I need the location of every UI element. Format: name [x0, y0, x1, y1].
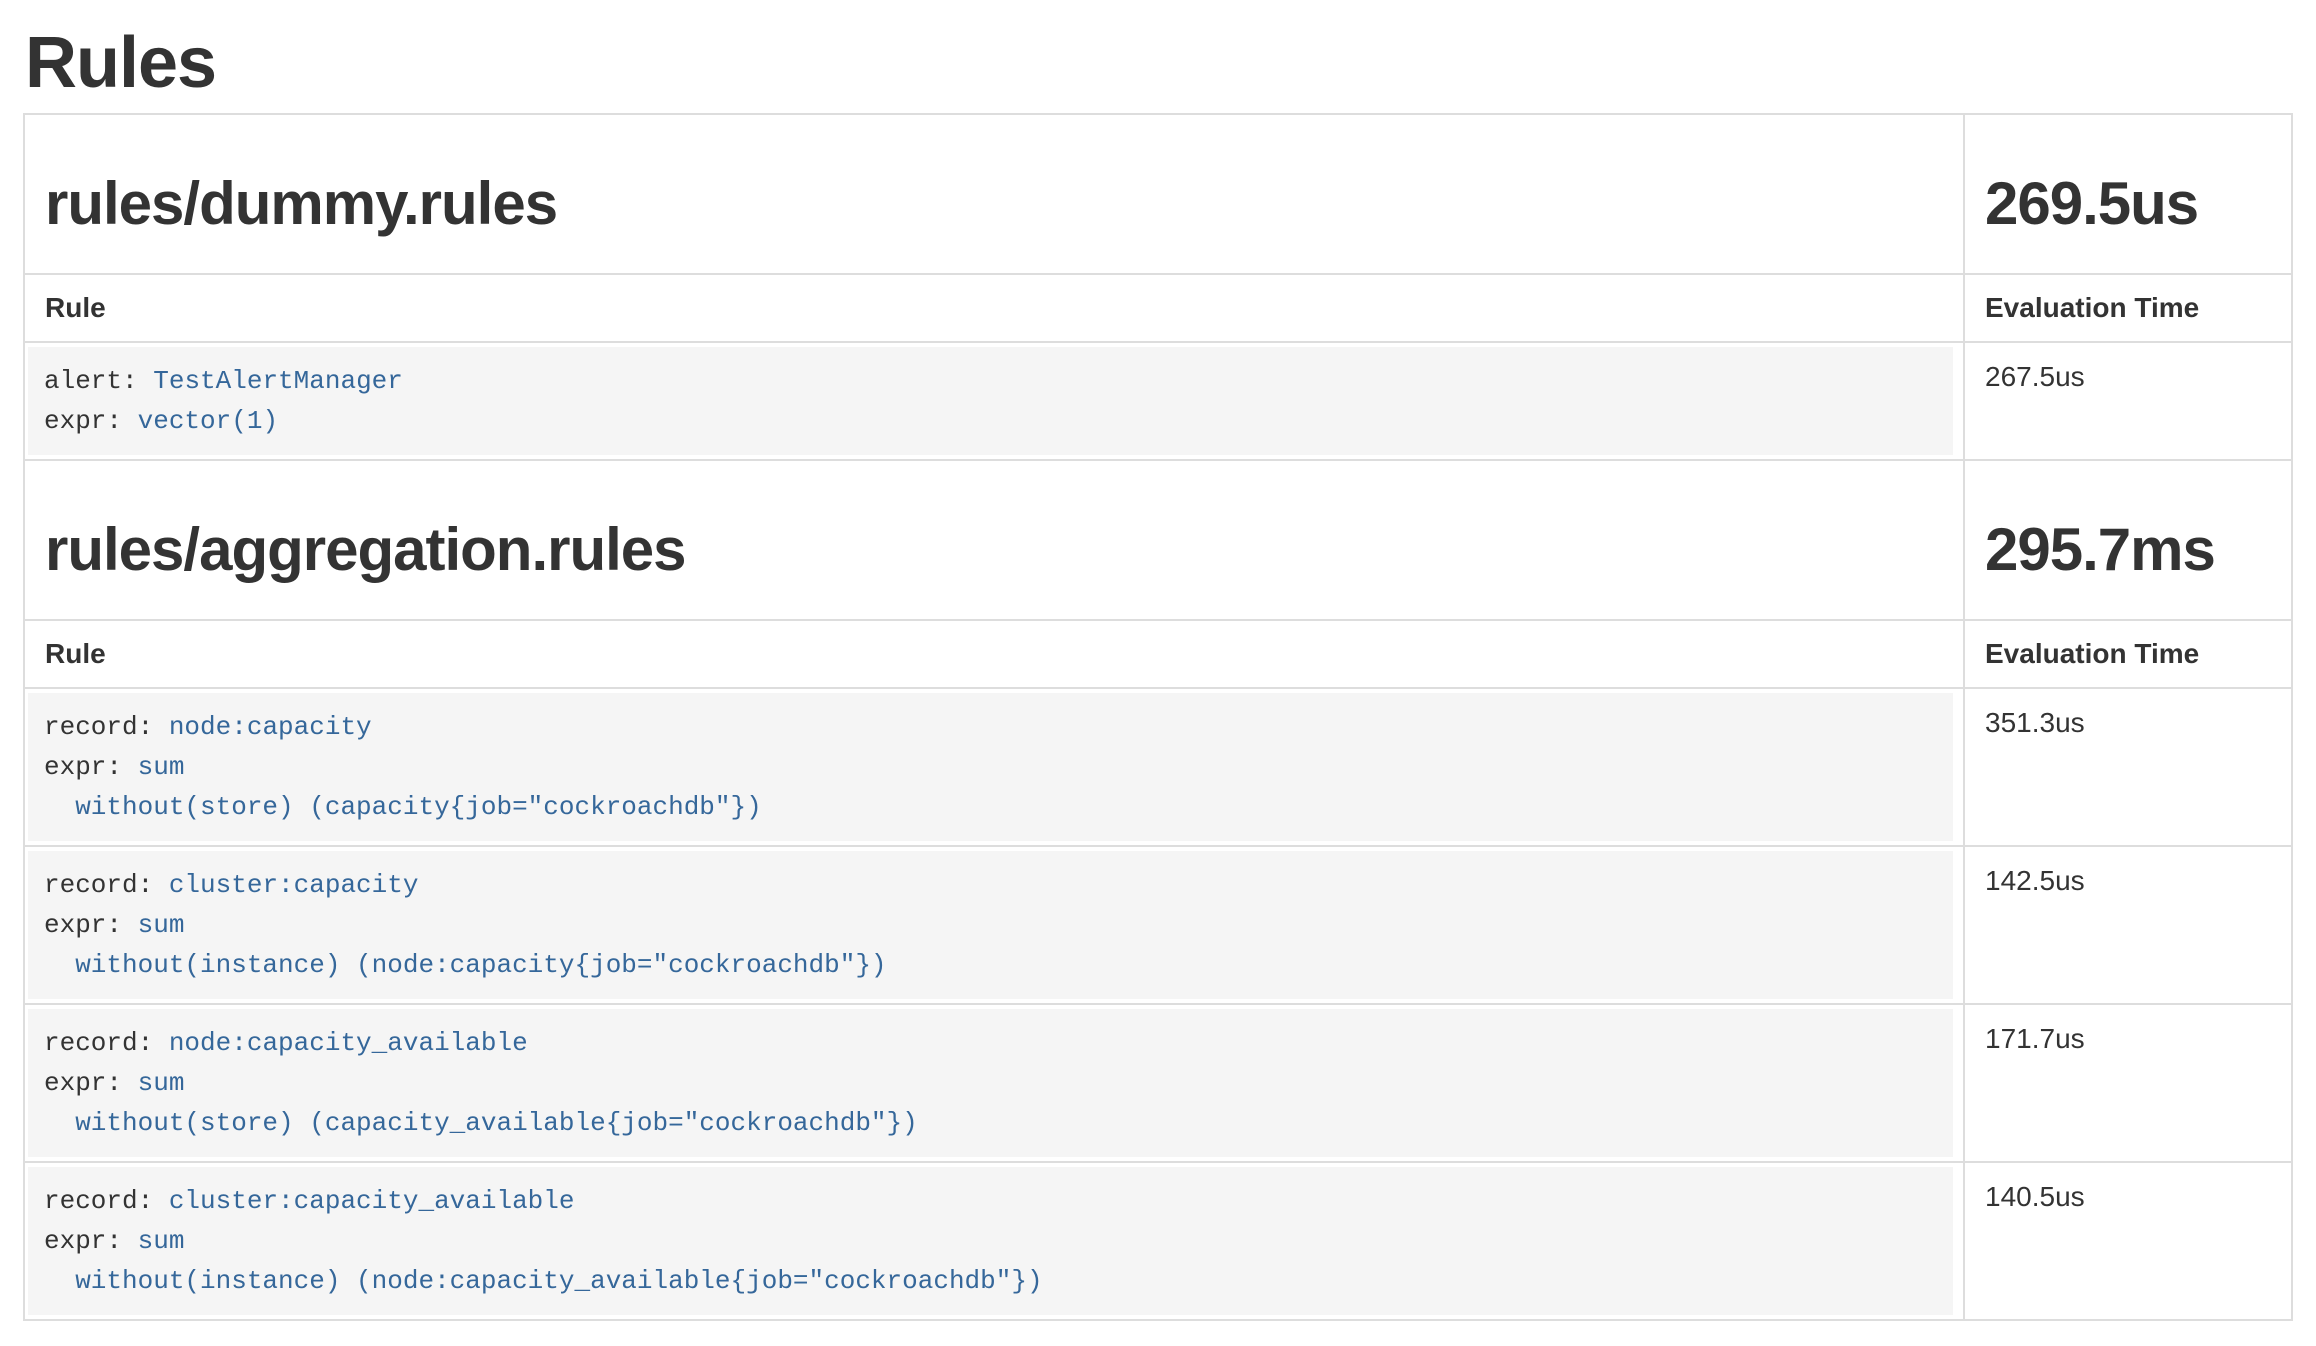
rule-expr-label: expr: — [44, 1226, 122, 1256]
rule-expr-link[interactable]: sum without(store) (capacity{job="cockro… — [44, 752, 762, 822]
rules-table: rules/dummy.rules 269.5us Rule Evaluatio… — [23, 113, 2293, 1321]
rule-evaluation-time: 142.5us — [1964, 846, 2292, 1004]
column-header-row: Rule Evaluation Time — [24, 620, 2292, 688]
rule-row: record: cluster:capacity_available expr:… — [24, 1162, 2292, 1320]
rule-cell: record: cluster:capacity expr: sum witho… — [24, 846, 1964, 1004]
rule-group-name: rules/dummy.rules — [45, 171, 1943, 237]
rule-cell: alert: TestAlertManager expr: vector(1) — [24, 342, 1964, 460]
rule-expr-link[interactable]: sum without(store) (capacity_available{j… — [44, 1068, 918, 1138]
page-container: Rules rules/dummy.rules 269.5us Rule Eva… — [0, 24, 2316, 1321]
column-header-rule: Rule — [24, 274, 1964, 342]
rule-group-total-time-cell: 269.5us — [1964, 114, 2292, 274]
rule-group-total-evaluation-time: 269.5us — [1985, 171, 2271, 237]
rule-evaluation-time: 351.3us — [1964, 688, 2292, 846]
rule-definition-code: record: cluster:capacity expr: sum witho… — [28, 851, 1953, 999]
rule-expr-link[interactable]: sum without(instance) (node:capacity{job… — [44, 910, 887, 980]
rule-definition-code: record: node:capacity expr: sum without(… — [28, 693, 1953, 841]
rule-name-link[interactable]: TestAlertManager — [153, 366, 403, 396]
rule-definition-code: record: node:capacity_available expr: su… — [28, 1009, 1953, 1157]
rule-name-link[interactable]: cluster:capacity — [169, 870, 419, 900]
rule-type-label: record: — [44, 870, 153, 900]
rule-expr-link[interactable]: sum without(instance) (node:capacity_ava… — [44, 1226, 1043, 1296]
rule-cell: record: node:capacity expr: sum without(… — [24, 688, 1964, 846]
rule-expr-label: expr: — [44, 406, 122, 436]
rule-type-label: alert: — [44, 366, 138, 396]
rule-definition-code: alert: TestAlertManager expr: vector(1) — [28, 347, 1953, 455]
rule-group-name-cell: rules/aggregation.rules — [24, 460, 1964, 620]
rule-type-label: record: — [44, 1186, 153, 1216]
rule-expr-label: expr: — [44, 752, 122, 782]
rule-cell: record: cluster:capacity_available expr:… — [24, 1162, 1964, 1320]
rule-group-name: rules/aggregation.rules — [45, 517, 1943, 583]
rule-name-link[interactable]: cluster:capacity_available — [169, 1186, 575, 1216]
page-title: Rules — [25, 24, 2293, 103]
rule-evaluation-time: 267.5us — [1964, 342, 2292, 460]
column-header-evaluation-time: Evaluation Time — [1964, 274, 2292, 342]
rule-cell: record: node:capacity_available expr: su… — [24, 1004, 1964, 1162]
rule-row: record: node:capacity_available expr: su… — [24, 1004, 2292, 1162]
rule-definition-code: record: cluster:capacity_available expr:… — [28, 1167, 1953, 1315]
rule-row: alert: TestAlertManager expr: vector(1) … — [24, 342, 2292, 460]
rule-group-total-evaluation-time: 295.7ms — [1985, 517, 2271, 583]
column-header-rule: Rule — [24, 620, 1964, 688]
rule-group-total-time-cell: 295.7ms — [1964, 460, 2292, 620]
rule-evaluation-time: 171.7us — [1964, 1004, 2292, 1162]
rule-group-name-cell: rules/dummy.rules — [24, 114, 1964, 274]
rule-row: record: cluster:capacity expr: sum witho… — [24, 846, 2292, 1004]
column-header-evaluation-time: Evaluation Time — [1964, 620, 2292, 688]
rule-type-label: record: — [44, 1028, 153, 1058]
rule-group-header-row: rules/dummy.rules 269.5us — [24, 114, 2292, 274]
column-header-row: Rule Evaluation Time — [24, 274, 2292, 342]
rule-type-label: record: — [44, 712, 153, 742]
rule-expr-link[interactable]: vector(1) — [138, 406, 278, 436]
rule-group-header-row: rules/aggregation.rules 295.7ms — [24, 460, 2292, 620]
rule-expr-label: expr: — [44, 1068, 122, 1098]
rule-evaluation-time: 140.5us — [1964, 1162, 2292, 1320]
rule-name-link[interactable]: node:capacity_available — [169, 1028, 528, 1058]
rule-row: record: node:capacity expr: sum without(… — [24, 688, 2292, 846]
rule-expr-label: expr: — [44, 910, 122, 940]
rule-name-link[interactable]: node:capacity — [169, 712, 372, 742]
